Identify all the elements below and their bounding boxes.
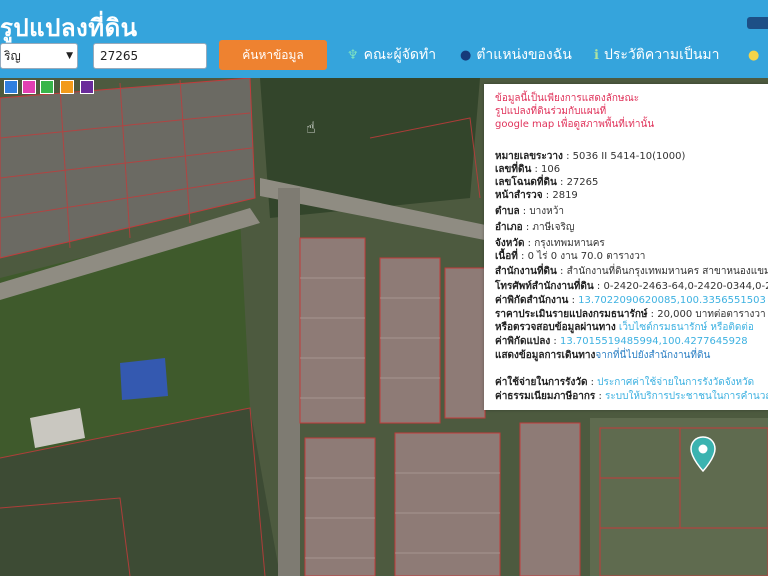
field-appraisal: ราคาประเมินรายแปลงกรมธนารักษ์ : 20,000 บ… bbox=[495, 309, 766, 320]
tax-fee-link[interactable]: ระบบให้บริการประชาชนในการคำนวณ bbox=[605, 391, 768, 402]
color-swatch-green[interactable] bbox=[40, 80, 54, 94]
field-deed-no: เลขโฉนดที่ดิน : 27265 bbox=[495, 177, 599, 188]
notice-line: google map เพื่อดูสภาพพื้นที่เท่านั้น bbox=[495, 119, 655, 130]
field-directions: แสดงข้อมูลการเดินทางจากที่นี่ไปยังสำนักง… bbox=[495, 350, 711, 361]
parcel-number-input[interactable]: 27265 bbox=[93, 43, 207, 69]
notice-line: รูปแปลงที่ดินร่วมกับแผนที่ bbox=[495, 106, 607, 117]
field-area: เนื้อที่ : 0 ไร่ 0 งาน 70.0 ตารางวา bbox=[495, 251, 646, 262]
color-swatch-purple[interactable] bbox=[80, 80, 94, 94]
map-pin-icon[interactable] bbox=[690, 436, 716, 472]
chevron-down-icon: ▼ bbox=[66, 51, 73, 61]
nav-history-label: ประวัติความเป็นมา bbox=[603, 47, 720, 63]
field-subdistrict: ตำบล : บางหว้า bbox=[495, 206, 564, 217]
field-check-online: หรือตรวจสอบข้อมูลผ่านทาง เว็บไซต์กรมธนาร… bbox=[495, 322, 754, 333]
survey-cost-link[interactable]: ประกาศค่าใช้จ่ายในการรังวัดจังหวัด bbox=[597, 377, 754, 388]
info-icon: ℹ bbox=[594, 48, 599, 63]
office-coords-link[interactable]: 13.7022090620085,100.3356551503 bbox=[578, 295, 766, 306]
nav-history[interactable]: ℹ ประวัติความเป็นมา bbox=[594, 44, 719, 66]
nav-team[interactable]: ♆ คณะผู้จัดทำ bbox=[347, 44, 436, 66]
field-parcel-coords: ค่าพิกัดแปลง : 13.7015519485994,100.4277… bbox=[495, 336, 748, 347]
field-survey-cost: ค่าใช้จ่ายในการรังวัด : ประกาศค่าใช้จ่าย… bbox=[495, 377, 755, 388]
treasury-website-link[interactable]: เว็บไซต์กรมธนารักษ์ หรือติดต่อ bbox=[619, 322, 754, 333]
field-office-coords: ค่าพิกัดสำนักงาน : 13.7022090620085,100.… bbox=[495, 295, 766, 306]
field-tax-fee: ค่าธรรมเนียมภาษีอากร : ระบบให้บริการประช… bbox=[495, 390, 768, 403]
header-badge bbox=[747, 17, 768, 29]
field-office-phone: โทรศัพท์สำนักงานที่ดิน : 0-2420-2463-64,… bbox=[495, 281, 768, 292]
app-title: รูปแปลงที่ดิน bbox=[0, 14, 138, 42]
field-parcel-no: เลขที่ดิน : 106 bbox=[495, 164, 561, 175]
color-swatch-blue[interactable] bbox=[4, 80, 18, 94]
notice-line: ข้อมูลนี้เป็นเพียงการแสดงลักษณะ bbox=[495, 93, 640, 104]
nav-my-location-label: ตำแหน่งของฉัน bbox=[476, 47, 572, 63]
nav-team-label: คณะผู้จัดทำ bbox=[363, 47, 437, 63]
lightbulb-icon: ● bbox=[748, 48, 760, 63]
field-land-office: สำนักงานที่ดิน : สำนักงานที่ดินกรุงเทพมห… bbox=[495, 266, 768, 277]
field-map-sheet: หมายเลขระวาง : 5036 II 5414-10(1000) bbox=[495, 151, 686, 162]
hand-cursor-icon: ☝ bbox=[306, 118, 316, 137]
color-swatch-magenta[interactable] bbox=[22, 80, 36, 94]
disclaimer-notice: ข้อมูลนี้เป็นเพียงการแสดงลักษณะ รูปแปลงท… bbox=[495, 92, 654, 131]
torch-icon: ♆ bbox=[347, 48, 359, 63]
parcel-info-popup: ข้อมูลนี้เป็นเพียงการแสดงลักษณะ รูปแปลงท… bbox=[484, 84, 768, 410]
parcel-coords-link[interactable]: 13.7015519485994,100.4277645928 bbox=[560, 336, 748, 347]
field-survey-page: หน้าสำรวจ : 2819 bbox=[495, 190, 578, 201]
district-select[interactable]: ริญ ▼ bbox=[0, 43, 78, 69]
search-button[interactable]: ค้นหาข้อมูล bbox=[219, 40, 327, 70]
district-select-value: ริญ bbox=[4, 49, 21, 63]
nav-my-location[interactable]: ● ตำแหน่งของฉัน bbox=[460, 44, 572, 66]
field-district: อำเภอ : ภาษีเจริญ bbox=[495, 222, 575, 233]
app-header: รูปแปลงที่ดิน ริญ ▼ 27265 ค้นหาข้อมูล ♆ ค… bbox=[0, 0, 768, 78]
field-province: จังหวัด : กรุงเทพมหานคร bbox=[495, 238, 605, 249]
person-pin-icon: ● bbox=[460, 48, 472, 63]
directions-link[interactable]: จากที่นี่ไปยังสำนักงานที่ดิน bbox=[595, 350, 710, 361]
color-swatch-orange[interactable] bbox=[60, 80, 74, 94]
nav-more[interactable]: ● bbox=[748, 44, 764, 66]
